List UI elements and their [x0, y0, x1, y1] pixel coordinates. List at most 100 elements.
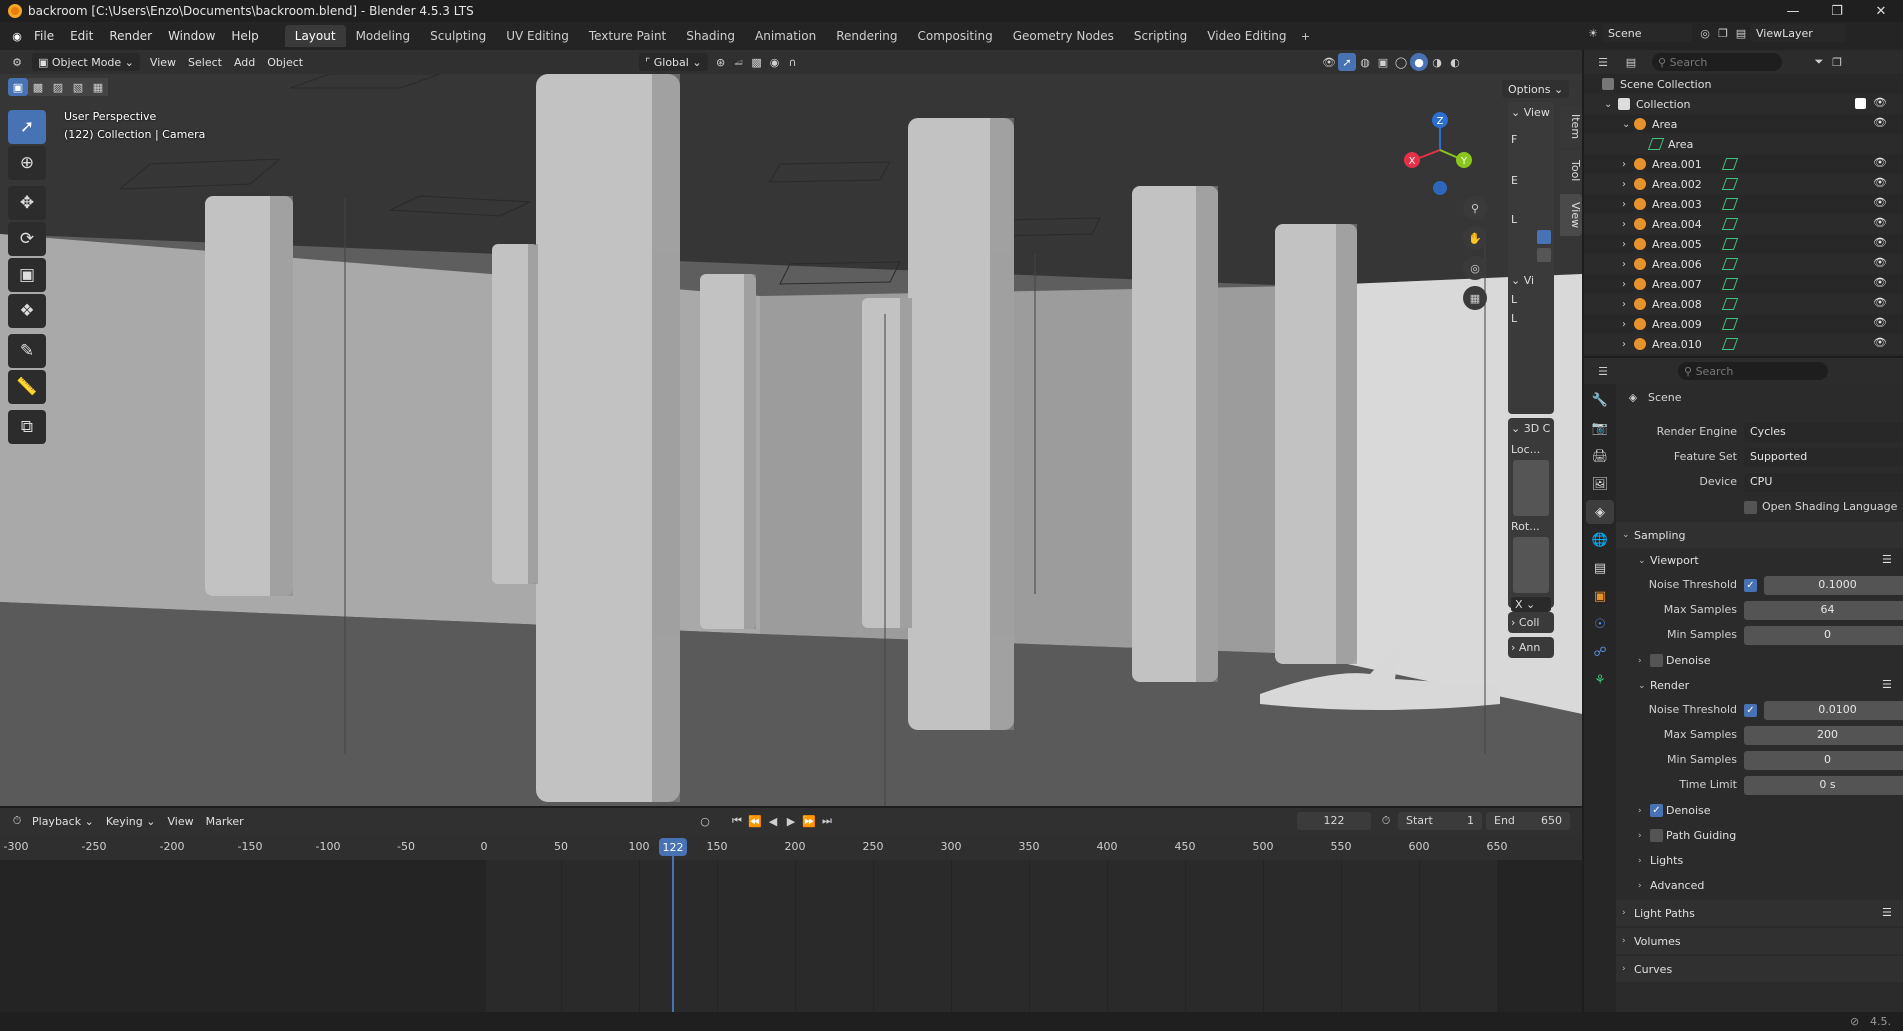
outliner-item[interactable]: › Area.010 👁 — [1584, 334, 1903, 354]
collection-row[interactable]: ⌄ Collection 👁 — [1584, 94, 1903, 114]
pivot-point-icon[interactable]: ⊛ — [712, 53, 730, 71]
play-icon[interactable]: ▶ — [782, 812, 800, 830]
tab-view[interactable]: View — [1560, 194, 1582, 236]
eye-icon[interactable]: 👁 — [1873, 196, 1887, 209]
view-panel-header[interactable]: ⌄ View — [1511, 106, 1551, 119]
menu-render[interactable]: Render — [101, 29, 160, 43]
scene-collection-row[interactable]: Scene Collection — [1584, 74, 1903, 94]
material-shading-icon[interactable]: ◑ — [1428, 53, 1446, 71]
outliner-search[interactable]: ⚲ Search — [1652, 53, 1782, 71]
navigation-gizmo[interactable]: Z X Y — [1400, 110, 1480, 200]
pin-icon[interactable]: ◎ — [1696, 24, 1714, 42]
tab-shading[interactable]: Shading — [676, 25, 745, 47]
eye-icon[interactable]: 👁 — [1873, 336, 1887, 349]
vp-denoise-checkbox[interactable] — [1650, 654, 1663, 667]
end-frame-field[interactable]: End 650 — [1486, 812, 1570, 830]
tab-video-editing[interactable]: Video Editing — [1197, 25, 1296, 47]
view-layer-icon[interactable]: ▤ — [1732, 24, 1750, 42]
jump-start-icon[interactable]: ⏮ — [728, 812, 746, 830]
tool-tab-icon[interactable]: 🔧 — [1586, 388, 1614, 412]
options-button[interactable]: Options ⌄ — [1502, 80, 1570, 98]
properties-editor-icon[interactable]: ☰ — [1594, 362, 1612, 380]
menu-select[interactable]: Select — [182, 54, 228, 71]
annotations-panel[interactable]: › Ann — [1508, 637, 1554, 658]
eye-icon[interactable]: 👁 — [1873, 96, 1887, 109]
new-collection-icon[interactable]: ❐ — [1828, 53, 1846, 71]
location-fields[interactable] — [1513, 460, 1549, 516]
eye-icon[interactable]: 👁 — [1873, 116, 1887, 129]
playback-menu[interactable]: Playback ⌄ — [26, 813, 100, 830]
view-lock-header[interactable]: ⌄ Vi — [1511, 274, 1551, 287]
vp-denoise-subsection[interactable]: › Denoise — [1616, 648, 1903, 673]
jump-end-icon[interactable]: ⏭ — [818, 812, 836, 830]
solid-shading-icon[interactable]: ● — [1410, 53, 1428, 71]
advanced-subsection[interactable]: › Advanced — [1616, 873, 1903, 898]
lock-camera-checkbox[interactable] — [1537, 248, 1551, 262]
constraints-tab-icon[interactable]: ☍ — [1586, 640, 1614, 664]
timeline-area[interactable]: -300 -250 -200 -150 -100 -50 0 50 100 15… — [0, 834, 1582, 1012]
tab-item[interactable]: Item — [1560, 106, 1582, 148]
ortho-toggle-icon[interactable]: ▦ — [1463, 286, 1487, 310]
volumes-section[interactable]: › Volumes — [1616, 928, 1903, 954]
area-row[interactable]: ⌄ Area 👁 — [1584, 114, 1903, 134]
menu-file[interactable]: File — [26, 29, 62, 43]
rotation-fields[interactable] — [1513, 537, 1549, 593]
menu-help[interactable]: Help — [223, 29, 266, 43]
scene-tab-icon[interactable]: ◈ — [1586, 500, 1614, 524]
rotate-tool-icon[interactable]: ⟳ — [8, 222, 46, 256]
prev-keyframe-icon[interactable]: ⏪ — [746, 812, 764, 830]
tab-animation[interactable]: Animation — [745, 25, 826, 47]
world-tab-icon[interactable]: 🌐 — [1586, 528, 1614, 552]
light-paths-section[interactable]: › Light Paths ☰ — [1616, 900, 1903, 926]
outliner-item[interactable]: › Area.007 👁 — [1584, 274, 1903, 294]
menu-object[interactable]: Object — [261, 54, 309, 71]
outliner-item[interactable]: › Area.005 👁 — [1584, 234, 1903, 254]
next-keyframe-icon[interactable]: ⏩ — [800, 812, 818, 830]
eye-icon[interactable]: 👁 — [1873, 256, 1887, 269]
vp-noise-threshold-checkbox[interactable]: ✓ — [1744, 579, 1757, 592]
minimize-icon[interactable]: — — [1771, 0, 1815, 22]
outliner-item[interactable]: › Area.009 👁 — [1584, 314, 1903, 334]
r-min-samples-field[interactable]: 0 — [1744, 751, 1903, 770]
vp-max-samples-field[interactable]: 64 — [1744, 601, 1903, 620]
auto-keying-icon[interactable]: ○ — [696, 812, 714, 830]
measure-tool-icon[interactable]: 📏 — [8, 370, 46, 404]
gizmo-neg-z-axis[interactable] — [1433, 181, 1447, 195]
zoom-icon[interactable]: ⚲ — [1463, 196, 1487, 220]
vp-noise-threshold-field[interactable]: 0.1000 — [1764, 576, 1903, 595]
playhead-frame-label[interactable]: 122 — [659, 838, 687, 856]
xray-icon[interactable]: ▣ — [1374, 53, 1392, 71]
render-subsection[interactable]: ⌄ Render ☰ — [1616, 673, 1903, 698]
lights-subsection[interactable]: › Lights — [1616, 848, 1903, 873]
r-denoise-subsection[interactable]: › ✓ Denoise — [1616, 798, 1903, 823]
select-intersect-icon[interactable]: ▦ — [88, 78, 108, 96]
properties-search[interactable]: ⚲ Search — [1678, 362, 1828, 380]
current-frame-field[interactable]: 122 — [1297, 812, 1371, 830]
osl-checkbox[interactable] — [1744, 501, 1757, 514]
scene-icon[interactable]: ☀ — [1584, 24, 1602, 42]
outliner-item[interactable]: › Area.004 👁 — [1584, 214, 1903, 234]
gizmo-toggle-icon[interactable]: ➚ — [1338, 53, 1356, 71]
timeline-editor-icon[interactable]: ⏱ — [8, 812, 26, 830]
eye-icon[interactable]: 👁 — [1873, 296, 1887, 309]
play-reverse-icon[interactable]: ◀ — [764, 812, 782, 830]
output-tab-icon[interactable]: 🖨 — [1586, 444, 1614, 468]
annotate-tool-icon[interactable]: ✎ — [8, 334, 46, 368]
feature-set-dropdown[interactable]: Supported — [1744, 448, 1903, 467]
r-noise-threshold-field[interactable]: 0.0100 — [1764, 701, 1903, 720]
menu-edit[interactable]: Edit — [62, 29, 101, 43]
rotation-mode-dropdown[interactable]: X ⌄ — [1511, 597, 1551, 612]
timeline-view-menu[interactable]: View — [161, 813, 199, 830]
menu-view[interactable]: View — [144, 54, 182, 71]
start-frame-field[interactable]: Start 1 — [1398, 812, 1482, 830]
render-engine-dropdown[interactable]: Cycles — [1744, 423, 1903, 442]
view-layer-tab-icon[interactable]: 🖼 — [1586, 472, 1614, 496]
outliner-item[interactable]: › Area.008 👁 — [1584, 294, 1903, 314]
eye-icon[interactable]: 👁 — [1873, 176, 1887, 189]
keying-menu[interactable]: Keying ⌄ — [100, 813, 162, 830]
select-subtract-icon[interactable]: ▨ — [48, 78, 68, 96]
area-data-row[interactable]: Area — [1584, 134, 1903, 154]
editor-type-icon[interactable]: ⚙ — [8, 53, 26, 71]
eye-icon[interactable]: 👁 — [1873, 276, 1887, 289]
object-mode-dropdown[interactable]: ▣ Object Mode ⌄ — [32, 53, 140, 71]
